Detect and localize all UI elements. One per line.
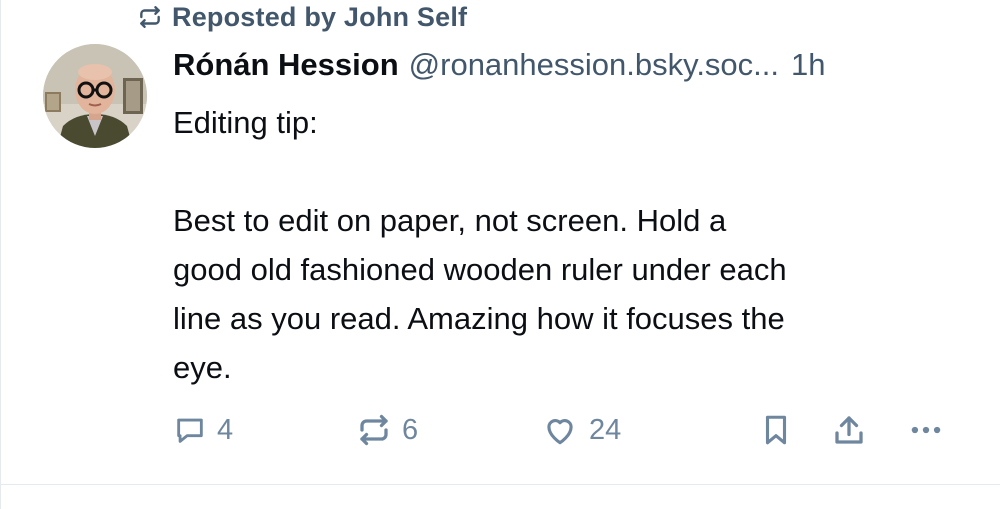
timestamp[interactable]: 1h	[791, 47, 825, 83]
repost-label: Reposted by John Self	[172, 1, 468, 32]
repost-indicator[interactable]: Reposted by John Self	[137, 0, 467, 34]
repost-count: 6	[402, 413, 419, 446]
bookmark-button[interactable]	[759, 408, 793, 452]
bookmark-icon	[759, 412, 793, 448]
share-icon	[831, 412, 867, 448]
more-icon	[907, 411, 945, 449]
share-button[interactable]	[831, 408, 867, 452]
like-button[interactable]: 24	[541, 408, 621, 452]
post-header: Rónán Hession @ronanhession.bsky.soc... …	[173, 43, 826, 87]
reply-count: 4	[217, 413, 234, 446]
feed-post[interactable]: Reposted by John Self Rónán Hession @ron…	[0, 0, 1000, 484]
post-actions: 4 6 24	[173, 408, 973, 452]
reply-icon	[173, 413, 207, 447]
repost-icon	[137, 4, 163, 30]
more-options-button[interactable]	[907, 408, 945, 452]
next-post-edge	[0, 485, 1000, 509]
avatar[interactable]	[43, 44, 147, 148]
like-count: 24	[589, 413, 622, 446]
repost-button[interactable]: 6	[356, 408, 418, 452]
post-text: Editing tip: Best to edit on paper, not …	[173, 105, 787, 385]
author-name[interactable]: Rónán Hession	[173, 47, 399, 83]
author-handle[interactable]: @ronanhession.bsky.soc...	[409, 47, 779, 83]
repost-icon	[356, 412, 392, 448]
reply-button[interactable]: 4	[173, 408, 233, 452]
heart-icon	[541, 411, 579, 449]
